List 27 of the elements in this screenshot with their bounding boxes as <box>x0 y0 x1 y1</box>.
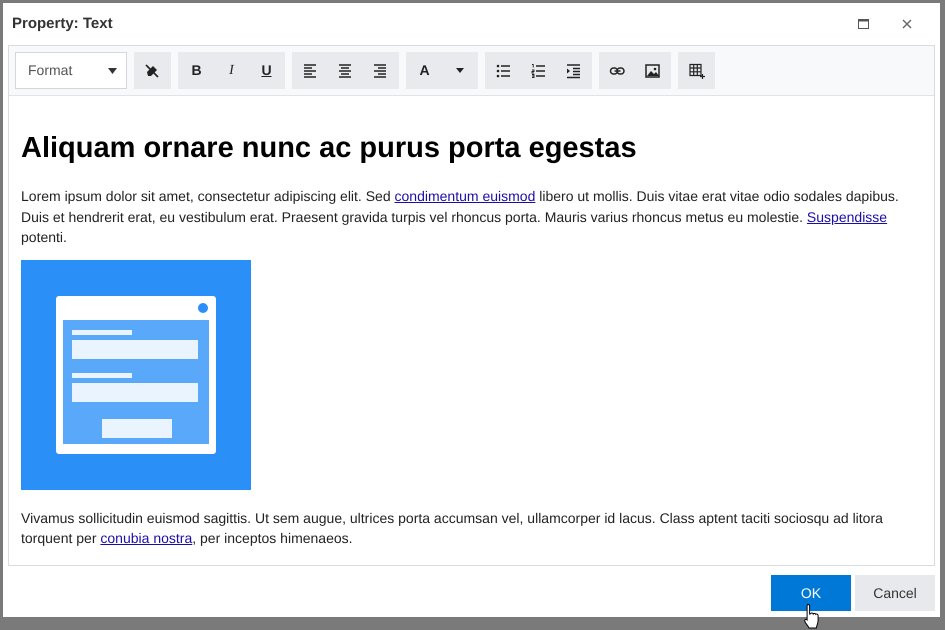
close-icon[interactable] <box>902 19 912 29</box>
caret-icon <box>108 68 117 74</box>
table-icon <box>688 62 705 80</box>
font-color-button[interactable]: A <box>407 52 442 89</box>
numbered-list-icon <box>530 62 547 80</box>
bold-button[interactable]: B <box>179 52 214 89</box>
heading: Aliquam ornare nunc ac purus porta egestas <box>21 131 638 166</box>
underline-button[interactable]: U <box>249 52 284 89</box>
link[interactable]: condimentum euismod <box>394 188 536 204</box>
indent-icon <box>565 62 582 80</box>
ok-button[interactable]: OK <box>771 575 851 611</box>
link[interactable]: conubia nostra <box>100 530 192 546</box>
italic-button[interactable]: I <box>214 52 249 89</box>
align-left-icon <box>302 62 319 80</box>
image-icon <box>644 62 661 80</box>
align-center-icon <box>337 62 354 80</box>
bullet-list-icon <box>495 62 512 80</box>
link[interactable]: Suspendisse <box>806 208 888 224</box>
caret-icon <box>456 68 464 73</box>
window-title: Property: Text <box>12 14 114 34</box>
eraser-icon <box>144 62 161 80</box>
paragraph: Vivamus sollicitudin euismod sagittis. Ut sem augue, ultrices porta accumsan vel, ullamcorper id lacus. Class aptent taciti sociosqu ad litora torquent per conubia nostra, per inceptos himenaeos. <box>21 508 884 548</box>
format-dropdown[interactable]: Format <box>15 52 127 89</box>
cancel-button[interactable]: Cancel <box>855 575 935 611</box>
paragraph: Lorem ipsum dolor sit amet, consectetur adipiscing elit. Sed condimentum euismod libero ut mollis. Duis vitae erat vitae odio sodales dapibus. Duis et hendrerit erat, eu vestibulum erat. Praesent gravida turpis vel rhoncus porta. Mauris varius rhoncus metus eu molestie. Suspendisse potenti. <box>21 187 900 247</box>
align-right-icon <box>372 62 389 80</box>
maximize-icon[interactable] <box>858 19 869 29</box>
